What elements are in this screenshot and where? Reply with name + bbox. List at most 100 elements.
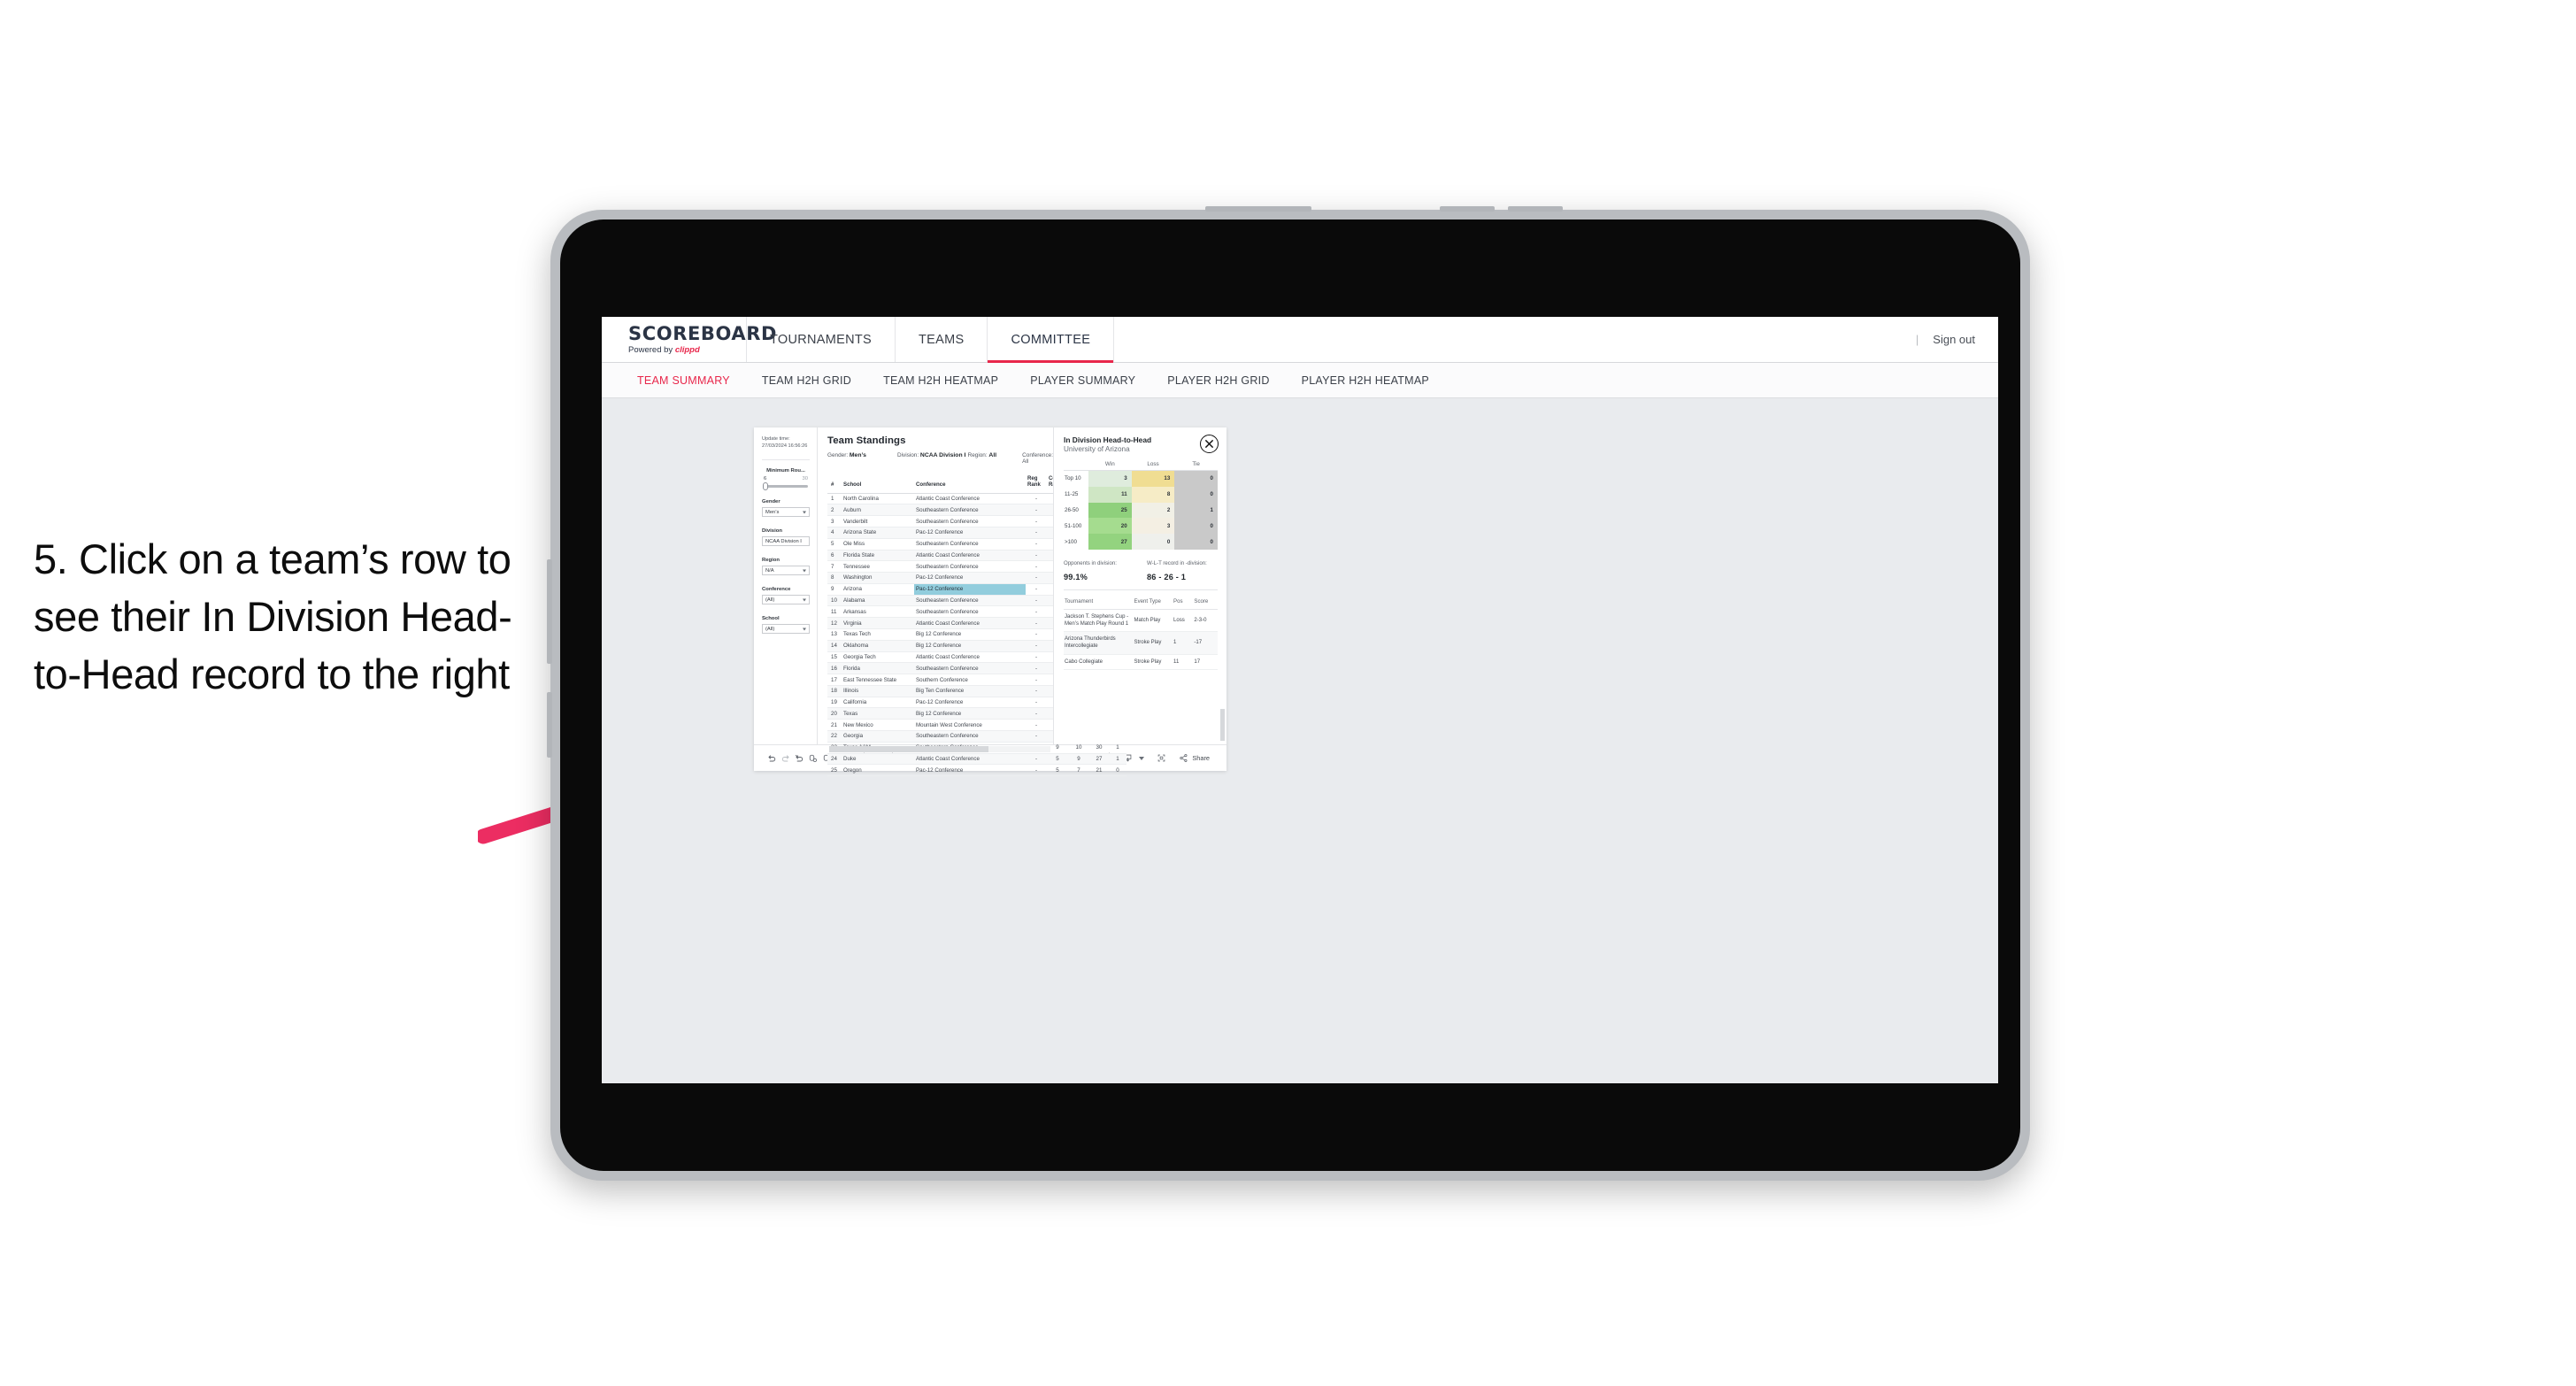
cell-reg-rank: - — [1026, 560, 1047, 574]
nav-item-tournaments[interactable]: TOURNAMENTS — [747, 317, 896, 362]
h2h-row-label: 51-100 — [1064, 518, 1088, 535]
signout-divider: | — [1915, 333, 1919, 346]
chevron-down-icon[interactable] — [1139, 756, 1145, 760]
cell-rank: 9 — [827, 583, 842, 596]
cell-tournament: Jackson T. Stephens Cup - Men’s Match Pl… — [1064, 609, 1134, 633]
filter-gender: Gender Men’s — [762, 499, 810, 518]
cell-event-type: Match Play — [1133, 609, 1173, 633]
nav-item-committee[interactable]: COMMITTEE — [988, 317, 1115, 363]
tablet-device: SCOREBOARD Powered by clippd TOURNAMENTS… — [547, 206, 2030, 1181]
logo-tagline: Powered by clippd — [628, 346, 746, 355]
table-row[interactable]: 24 Duke Atlantic Coast Conference -5 9 27 1 — [827, 753, 1127, 766]
col-header-conference[interactable]: Conference — [914, 472, 1026, 494]
region-select[interactable]: N/A — [762, 566, 810, 576]
tab-player-h2h-grid[interactable]: PLAYER H2H GRID — [1151, 374, 1285, 387]
cell-conference: Southeastern Conference — [914, 515, 1026, 527]
tab-player-h2h-heatmap[interactable]: PLAYER H2H HEATMAP — [1286, 374, 1445, 387]
division-select[interactable]: NCAA Division I — [762, 536, 810, 547]
cell-school: Illinois — [842, 685, 914, 697]
tab-team-summary[interactable]: TEAM SUMMARY — [621, 374, 746, 387]
cell-conference: Big Ten Conference — [914, 685, 1026, 697]
tournaments-header: Tournament Event Type Pos Score — [1064, 595, 1218, 610]
slider-range-values: 6 30 — [764, 476, 808, 481]
col-header-event-type[interactable]: Event Type — [1133, 595, 1173, 610]
cell-conference: Southern Conference — [914, 674, 1026, 686]
cell-rank: 15 — [827, 651, 842, 664]
cell-conference: Pac-12 Conference — [914, 764, 1026, 777]
volume-down-button[interactable] — [1508, 206, 1563, 212]
list-item[interactable]: Cabo Collegiate Stroke Play 11 17 — [1064, 654, 1218, 670]
cell-school: Vanderbilt — [842, 515, 914, 527]
cell-reg-rank: - — [1026, 493, 1047, 505]
gender-select[interactable]: Men’s — [762, 507, 810, 518]
cell-tournament: Arizona Thunderbirds Intercollegiate — [1064, 631, 1134, 655]
minimum-rounds-slider[interactable] — [763, 482, 808, 491]
cell-rank: 7 — [827, 560, 842, 574]
logo-wordmark: SCOREBOARD — [628, 322, 778, 344]
cell-rnds: 21 — [1089, 764, 1109, 777]
h2h-header-row: Win Loss Tie — [1064, 461, 1218, 471]
tab-team-h2h-grid[interactable]: TEAM H2H GRID — [746, 374, 867, 387]
close-icon[interactable] — [1200, 435, 1219, 453]
undo-icon[interactable] — [765, 749, 779, 767]
cell-reg-rank: - — [1026, 753, 1047, 766]
list-item[interactable]: Jackson T. Stephens Cup - Men’s Match Pl… — [1064, 609, 1218, 633]
volume-up-button[interactable] — [1440, 206, 1495, 212]
tab-player-summary[interactable]: PLAYER SUMMARY — [1014, 374, 1151, 387]
cell-school: Ole Miss — [842, 538, 914, 551]
cell-score: -17 — [1193, 631, 1218, 655]
tab-team-h2h-heatmap[interactable]: TEAM H2H HEATMAP — [867, 374, 1014, 387]
cell-reg-rank: - — [1026, 764, 1047, 777]
col-header-score[interactable]: Score — [1193, 595, 1218, 610]
slider-min-value: 6 — [764, 476, 767, 482]
tournaments-table: Tournament Event Type Pos Score Jackson … — [1064, 595, 1218, 670]
revert-icon[interactable] — [793, 749, 807, 767]
cell-reg-rank: - — [1026, 538, 1047, 551]
col-header-school[interactable]: School — [842, 472, 914, 494]
cell-rank: 2 — [827, 504, 842, 517]
scrollbar-thumb[interactable] — [829, 746, 988, 752]
cell-rank: 19 — [827, 697, 842, 709]
share-button[interactable]: Share — [1173, 753, 1216, 763]
horizontal-scrollbar[interactable] — [829, 746, 1050, 752]
cell-pos: Loss — [1173, 609, 1194, 633]
h2h-cell: 0 — [1131, 534, 1175, 550]
nav-item-teams[interactable]: TEAMS — [896, 317, 988, 362]
cell-rank: 22 — [827, 730, 842, 743]
table-row[interactable]: 25 Oregon Pac-12 Conference -5 7 21 0 — [827, 764, 1127, 777]
h2h-row: 51-100 20 3 0 — [1064, 518, 1218, 535]
cell-reg-rank: - — [1026, 595, 1047, 607]
head-to-head-panel: In Division Head-to-Head University of A… — [1053, 427, 1226, 744]
col-header-reg-rank[interactable]: Reg Rank — [1026, 472, 1047, 494]
tournaments-body: Jackson T. Stephens Cup - Men’s Match Pl… — [1064, 609, 1218, 670]
meta-region-label: Region: — [967, 452, 988, 458]
filter-sidebar: Update time: 27/03/2024 16:56:26 Minimum… — [754, 427, 818, 744]
col-header-pos[interactable]: Pos — [1173, 595, 1194, 610]
fullscreen-button[interactable] — [1150, 753, 1173, 763]
redo-icon[interactable] — [779, 749, 793, 767]
col-header-tournament[interactable]: Tournament — [1064, 595, 1134, 610]
signout-link[interactable]: Sign out — [1933, 333, 1975, 346]
meta-conference-label: Conference: — [1022, 452, 1053, 458]
power-button[interactable] — [1205, 206, 1311, 212]
h2h-row: 26-50 25 2 1 — [1064, 502, 1218, 519]
refresh-data-icon[interactable] — [806, 749, 820, 767]
school-select[interactable]: (All) — [762, 624, 810, 635]
conference-select[interactable]: (All) — [762, 595, 810, 605]
sub-navigation-bar: TEAM SUMMARY TEAM H2H GRID TEAM H2H HEAT… — [602, 363, 1998, 398]
list-item[interactable]: Arizona Thunderbirds Intercollegiate Stro… — [1064, 631, 1218, 655]
vertical-scrollbar[interactable] — [1220, 709, 1225, 741]
slider-handle[interactable] — [763, 482, 768, 491]
col-header-rank[interactable]: # — [827, 472, 842, 494]
cell-rank: 17 — [827, 674, 842, 686]
cell-school: Arizona — [842, 583, 914, 596]
side-button-b[interactable] — [547, 692, 552, 758]
h2h-cell: 27 — [1088, 534, 1132, 550]
app-logo[interactable]: SCOREBOARD Powered by clippd — [602, 317, 778, 362]
cell-conference: Southeastern Conference — [914, 595, 1026, 607]
cell-rank: 8 — [827, 572, 842, 584]
division-value: NCAA Division I — [765, 538, 802, 544]
cell-reg-rank: - — [1026, 707, 1047, 720]
cell-conference: Atlantic Coast Conference — [914, 493, 1026, 505]
side-button-a[interactable] — [547, 559, 552, 664]
